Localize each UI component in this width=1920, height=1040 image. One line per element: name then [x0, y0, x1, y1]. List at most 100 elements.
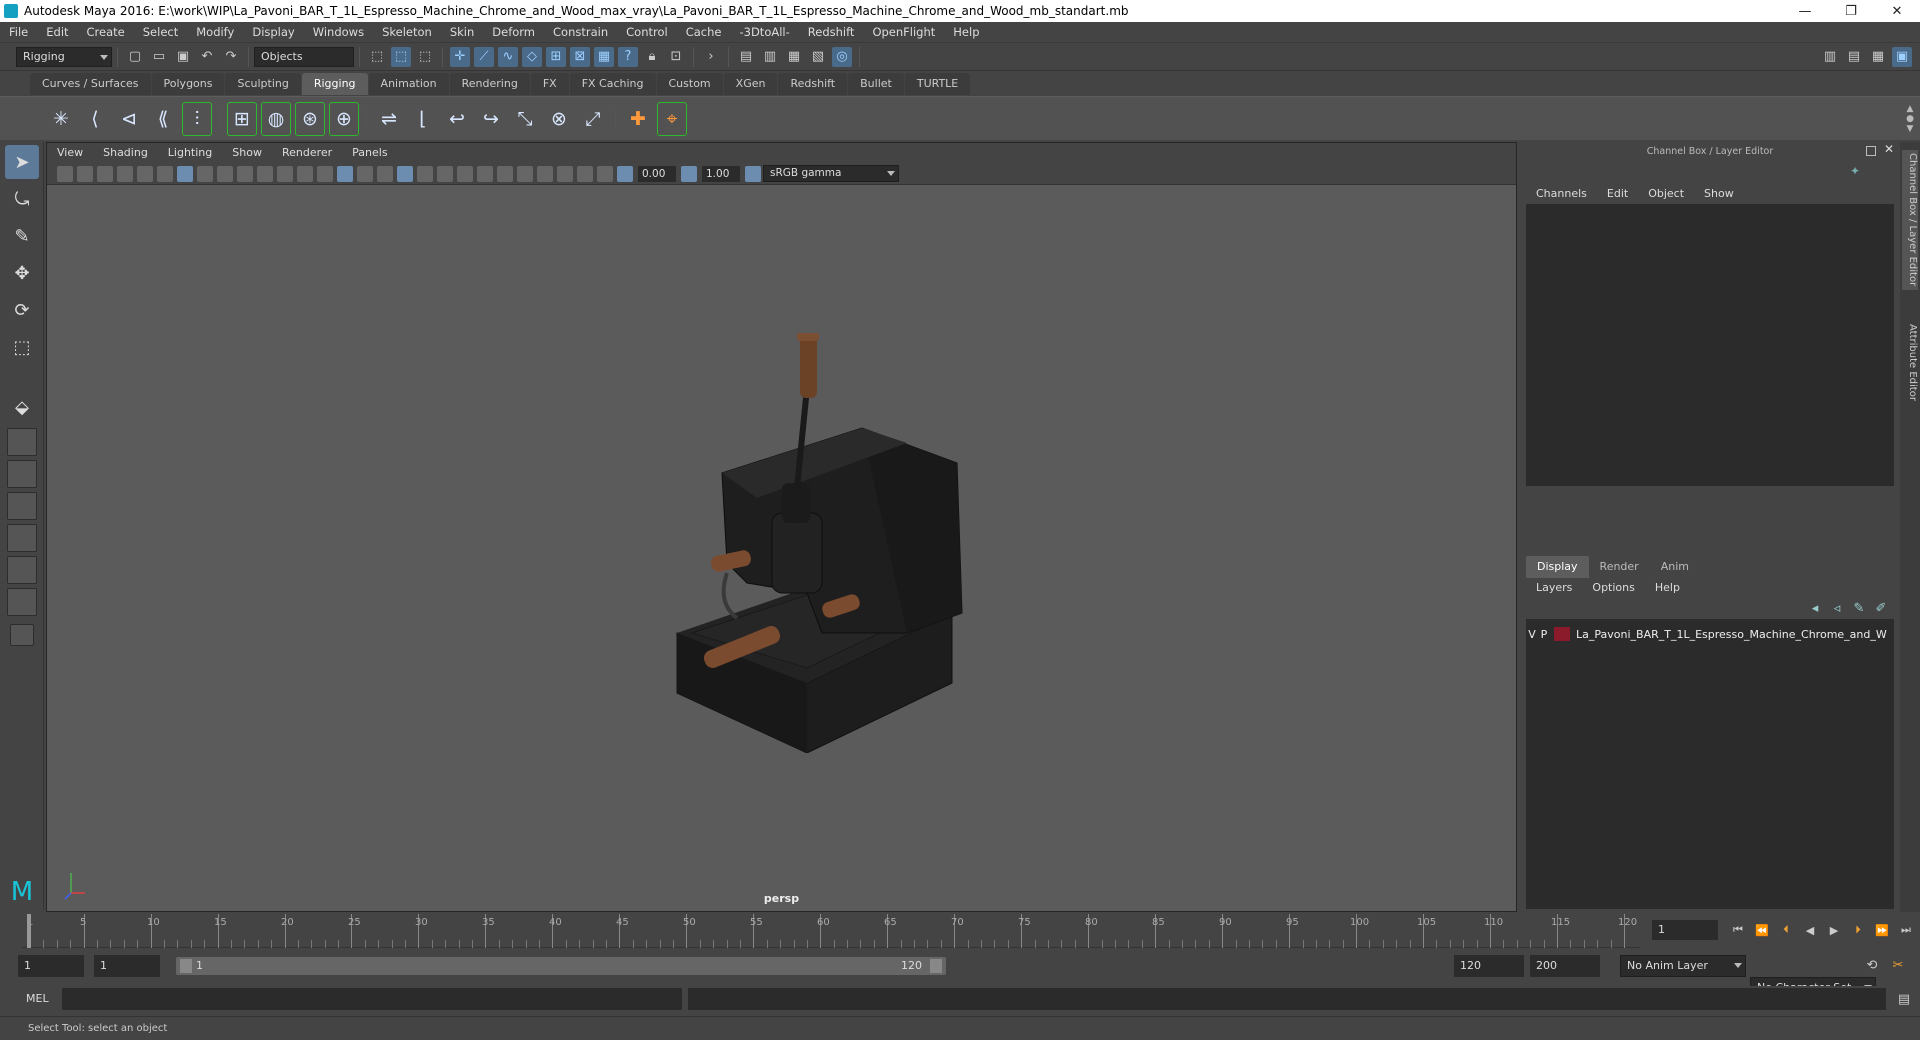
animation-preferences-icon[interactable]: ✂: [1888, 955, 1908, 975]
image-plane-icon[interactable]: [117, 165, 133, 182]
render-view-icon[interactable]: ◎: [832, 46, 852, 67]
layer-playback-toggle[interactable]: P: [1538, 628, 1550, 641]
play-forwards-icon[interactable]: ▶: [1824, 921, 1844, 939]
grid-toggle-icon[interactable]: [177, 165, 193, 182]
current-frame-field[interactable]: 1: [1652, 920, 1718, 940]
menu-create[interactable]: Create: [78, 22, 134, 43]
menu-display[interactable]: Display: [243, 22, 303, 43]
close-button[interactable]: ✕: [1874, 0, 1920, 22]
panel-float-icon[interactable]: [1866, 146, 1876, 156]
ambient-occlusion-icon[interactable]: [457, 165, 473, 182]
ik-handle-icon[interactable]: ⊲: [114, 102, 144, 136]
le-menu-help[interactable]: Help: [1645, 578, 1690, 598]
save-scene-icon[interactable]: ▣: [173, 47, 193, 67]
shelf-menu-icon[interactable]: [0, 72, 30, 96]
tab-curves-surfaces[interactable]: Curves / Surfaces: [30, 73, 151, 95]
rigid-bind-icon[interactable]: ⊛: [295, 101, 325, 136]
step-forward-frame-icon[interactable]: ⏩: [1872, 921, 1892, 939]
range-start-handle[interactable]: [180, 959, 192, 973]
tab-fx[interactable]: FX: [530, 73, 569, 95]
attribute-editor-toggle-icon[interactable]: ▤: [1844, 47, 1864, 67]
layout-more-icon[interactable]: [10, 624, 34, 646]
layout-four-view-icon[interactable]: [7, 428, 37, 456]
select-by-curve-icon[interactable]: ∿: [498, 46, 518, 67]
new-layer-icon[interactable]: ✎: [1850, 600, 1868, 616]
gamma-icon[interactable]: [681, 165, 697, 182]
play-backwards-icon[interactable]: ◀: [1800, 921, 1820, 939]
snap-expand-icon[interactable]: ›: [701, 47, 721, 67]
move-layer-up-icon[interactable]: ◂: [1806, 600, 1824, 616]
resolution-gate-icon[interactable]: [217, 165, 233, 182]
isolate-select-icon[interactable]: [537, 165, 553, 182]
cb-menu-edit[interactable]: Edit: [1597, 184, 1638, 204]
aim-constraint-icon[interactable]: ⤢: [578, 102, 608, 136]
lasso-tool-icon[interactable]: ⤿: [5, 182, 39, 216]
tab-rigging[interactable]: Rigging: [301, 73, 368, 95]
redo-icon[interactable]: ↷: [221, 47, 241, 67]
wireframe-icon[interactable]: [317, 165, 333, 182]
new-scene-icon[interactable]: ▢: [125, 47, 145, 67]
paint-select-tool-icon[interactable]: ✎: [5, 219, 39, 253]
tab-redshift[interactable]: Redshift: [778, 73, 848, 95]
highlight-selection-icon[interactable]: ⊡: [666, 47, 686, 67]
default-lighting-icon[interactable]: [357, 165, 373, 182]
tab-bullet[interactable]: Bullet: [848, 73, 904, 95]
menu-cache[interactable]: Cache: [677, 22, 731, 43]
orient-constraint-icon[interactable]: ↪: [476, 102, 506, 136]
select-by-rendering-icon[interactable]: ▦: [594, 46, 614, 67]
parent-constraint-icon[interactable]: ⊗: [544, 102, 574, 136]
select-component-icon[interactable]: ⬚: [415, 47, 435, 67]
select-hierarchy-icon[interactable]: ⬚: [367, 47, 387, 67]
animation-start-field[interactable]: 1: [18, 955, 84, 977]
range-end-handle[interactable]: [930, 959, 942, 973]
playback-start-field[interactable]: 1: [94, 955, 160, 977]
current-time-indicator[interactable]: [27, 914, 31, 948]
menuset-dropdown[interactable]: Rigging: [16, 46, 112, 67]
tab-display[interactable]: Display: [1526, 556, 1589, 578]
orient-joint-icon[interactable]: ⇌: [374, 102, 404, 136]
depth-of-field-icon[interactable]: [517, 165, 533, 182]
select-by-surface-icon[interactable]: ◇: [522, 46, 542, 67]
side-tab-channel-box[interactable]: Channel Box / Layer Editor: [1902, 150, 1918, 290]
anim-layer-dropdown[interactable]: No Anim Layer: [1620, 955, 1746, 977]
channel-box-area[interactable]: [1526, 204, 1894, 486]
range-bar[interactable]: 1 120: [176, 957, 946, 975]
joint-tool-icon[interactable]: ✳: [46, 102, 76, 136]
gamma-field[interactable]: 1.00: [702, 165, 740, 182]
exposure-field[interactable]: 0.00: [638, 165, 676, 182]
vp-menu-shading[interactable]: Shading: [93, 143, 158, 163]
auto-key-icon[interactable]: ⟲: [1862, 955, 1882, 975]
film-gate-icon[interactable]: [197, 165, 213, 182]
select-by-joint-icon[interactable]: ⟋: [474, 46, 494, 67]
bind-skin-icon[interactable]: ⊞: [227, 101, 257, 136]
ik-spline-icon[interactable]: ⟪: [148, 102, 178, 136]
camera-select-icon[interactable]: [57, 165, 73, 182]
ipr-render-icon[interactable]: ▥: [760, 47, 780, 67]
tab-sculpting[interactable]: Sculpting: [225, 73, 301, 95]
hypershade-icon[interactable]: ▧: [808, 47, 828, 67]
bookmark-icon[interactable]: [97, 165, 113, 182]
layer-color-swatch[interactable]: [1554, 627, 1570, 641]
tab-custom[interactable]: Custom: [656, 73, 723, 95]
espresso-machine-model[interactable]: [607, 333, 1057, 753]
tool-settings-toggle-icon[interactable]: ▦: [1868, 47, 1888, 67]
select-by-deformer-icon[interactable]: ⊞: [546, 46, 566, 67]
render-settings-icon[interactable]: ▦: [784, 47, 804, 67]
go-to-end-icon[interactable]: ⏭: [1896, 921, 1916, 939]
smooth-shade-icon[interactable]: [337, 165, 353, 182]
perspective-viewport[interactable]: View Shading Lighting Show Renderer Pane…: [46, 142, 1517, 912]
colorspace-dropdown[interactable]: sRGB gamma: [763, 165, 899, 182]
move-tool-icon[interactable]: ✥: [5, 256, 39, 290]
le-menu-options[interactable]: Options: [1582, 578, 1644, 598]
tab-anim[interactable]: Anim: [1650, 556, 1700, 578]
tab-rendering[interactable]: Rendering: [449, 73, 530, 95]
select-object-icon[interactable]: ⬚: [391, 46, 411, 67]
command-input[interactable]: [62, 988, 682, 1010]
menu-file[interactable]: File: [0, 22, 37, 43]
modeling-toolkit-icon[interactable]: ▥: [1820, 47, 1840, 67]
shadows-icon[interactable]: [437, 165, 453, 182]
channel-box-toggle-icon[interactable]: ▣: [1892, 46, 1912, 67]
scale-tool-icon[interactable]: ⬚: [5, 330, 39, 364]
layer-row[interactable]: V P La_Pavoni_BAR_T_1L_Espresso_Machine_…: [1526, 625, 1894, 643]
go-to-start-icon[interactable]: ⏮: [1728, 921, 1748, 939]
